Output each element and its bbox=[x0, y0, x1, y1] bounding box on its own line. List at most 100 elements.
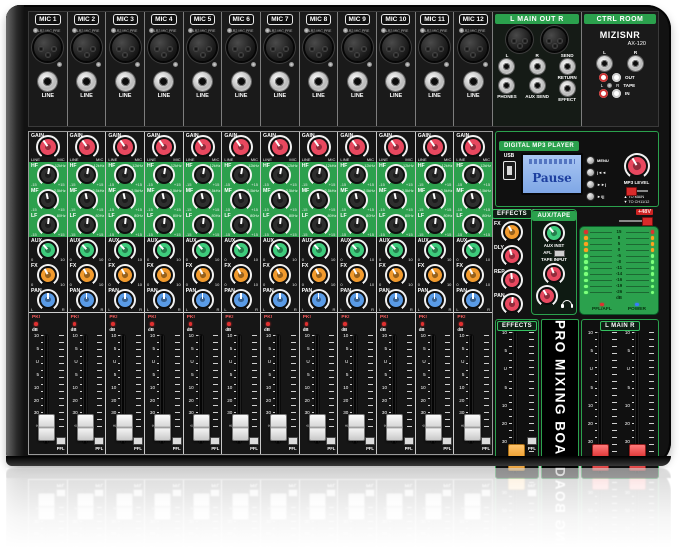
mp3-route-switch[interactable] bbox=[626, 187, 648, 194]
fx-knob[interactable] bbox=[269, 264, 291, 286]
mp3-button[interactable] bbox=[586, 180, 595, 189]
fx-effects-knob[interactable] bbox=[501, 221, 523, 243]
fx-knob[interactable] bbox=[192, 264, 214, 286]
fx-label: FX bbox=[340, 263, 347, 269]
channel-fader[interactable] bbox=[425, 414, 442, 441]
fx-knob[interactable] bbox=[346, 264, 368, 286]
pfl-button[interactable] bbox=[172, 437, 182, 445]
aux-inst-label: AUX INST bbox=[544, 244, 565, 249]
fx-knob[interactable] bbox=[153, 264, 175, 286]
peak-label: PK! bbox=[419, 315, 427, 320]
pfl-button[interactable] bbox=[326, 437, 336, 445]
pfl-button[interactable] bbox=[527, 437, 537, 445]
fader-slot bbox=[276, 491, 280, 548]
channel-fader[interactable] bbox=[77, 414, 94, 441]
mp3-button[interactable] bbox=[586, 168, 595, 177]
effects-knob-label: DLY bbox=[494, 245, 504, 251]
aux-inst-knob[interactable] bbox=[543, 222, 565, 244]
lf-knob[interactable] bbox=[308, 214, 330, 236]
fx-knob[interactable] bbox=[114, 264, 136, 286]
mp3-level-knob[interactable] bbox=[624, 153, 650, 179]
hf-freq-label: 12kHz bbox=[171, 164, 182, 168]
mp3-button[interactable] bbox=[586, 192, 595, 201]
channel-fader[interactable] bbox=[270, 414, 287, 441]
usb-port-icon bbox=[503, 161, 516, 180]
channel-strip: GAIN LINE MIC HF 12kHz -15 +15 MF 2.5kHz… bbox=[145, 480, 184, 548]
tape-input-knob[interactable] bbox=[543, 263, 565, 285]
fader-section: PK! dB 105U5102030∞ PFL bbox=[222, 480, 260, 548]
channel-fader[interactable] bbox=[193, 414, 210, 441]
dly-effects-knob[interactable] bbox=[501, 245, 523, 267]
mp3-button[interactable] bbox=[586, 156, 595, 165]
channel-fader[interactable] bbox=[154, 414, 171, 441]
lf-knob[interactable] bbox=[114, 214, 136, 236]
lf-knob[interactable] bbox=[462, 214, 484, 236]
channel-fader[interactable] bbox=[348, 414, 365, 441]
channel-fader[interactable] bbox=[309, 414, 326, 441]
master-fader[interactable] bbox=[592, 444, 609, 471]
master-fader[interactable] bbox=[508, 444, 525, 471]
lf-freq-label: 80Hz bbox=[289, 214, 298, 218]
fx-knob[interactable] bbox=[230, 264, 252, 286]
channel-fader[interactable] bbox=[232, 414, 249, 441]
fx-knob[interactable] bbox=[462, 264, 484, 286]
channel-fader[interactable] bbox=[116, 414, 133, 441]
afl-switch[interactable] bbox=[554, 250, 565, 257]
lf-knob[interactable] bbox=[37, 214, 59, 236]
pfl-button[interactable] bbox=[249, 437, 259, 445]
fader-slot bbox=[598, 468, 602, 548]
pfl-button[interactable] bbox=[365, 437, 375, 445]
pfl-button[interactable] bbox=[404, 437, 414, 445]
pfl-button[interactable] bbox=[481, 437, 491, 445]
pfl-button bbox=[442, 489, 452, 497]
channel-strip: GAIN LINE MIC HF 12kHz -15 +15 MF 2.5kHz… bbox=[377, 132, 416, 454]
lf-knob[interactable] bbox=[269, 214, 291, 236]
aux-label: AUX bbox=[340, 238, 351, 244]
fader-section: PK! dB 105U5102030∞ PFL bbox=[261, 312, 299, 454]
fx-knob[interactable] bbox=[308, 264, 330, 286]
xlr-connector-icon bbox=[112, 34, 139, 61]
pfl-button[interactable] bbox=[56, 437, 66, 445]
aux-label: AUX bbox=[108, 238, 119, 244]
meter-led-icon bbox=[584, 254, 588, 258]
fader-scale: 105U5102030∞ bbox=[224, 505, 232, 548]
fader-slot bbox=[160, 491, 164, 548]
pfl-button[interactable] bbox=[210, 437, 220, 445]
fx-knob[interactable] bbox=[385, 264, 407, 286]
fx-knob[interactable] bbox=[424, 264, 446, 286]
power-led-icon bbox=[635, 303, 639, 307]
channel-fader[interactable] bbox=[386, 414, 403, 441]
fx-knob[interactable] bbox=[76, 264, 98, 286]
fx-knob[interactable] bbox=[37, 264, 59, 286]
meter-led-icon bbox=[584, 260, 588, 264]
lf-knob[interactable] bbox=[385, 214, 407, 236]
lf-knob[interactable] bbox=[192, 214, 214, 236]
mp3-button-label: |◄◄ bbox=[597, 170, 606, 175]
brand-model: AX-120 bbox=[582, 42, 658, 48]
gain-min-label: LINE bbox=[224, 157, 233, 162]
lf-knob[interactable] bbox=[424, 214, 446, 236]
line-jack-label: LINE bbox=[312, 93, 325, 99]
phantom-power-switch[interactable] bbox=[619, 217, 653, 224]
pfl-button[interactable] bbox=[288, 437, 298, 445]
master-fader[interactable] bbox=[629, 444, 646, 471]
fader-section: PK! dB 105U5102030∞ PFL bbox=[184, 312, 222, 454]
pfl-button[interactable] bbox=[442, 437, 452, 445]
fader-scale: 105U5102030∞ bbox=[108, 505, 116, 548]
meter-led-icon bbox=[584, 236, 588, 240]
hf-label: HF bbox=[340, 163, 347, 169]
hf-freq-label: 12kHz bbox=[480, 164, 491, 168]
lf-knob[interactable] bbox=[76, 214, 98, 236]
phones-knob[interactable] bbox=[536, 285, 558, 307]
mf-label: MF bbox=[186, 188, 194, 194]
pfl-button[interactable] bbox=[133, 437, 143, 445]
channel-fader[interactable] bbox=[464, 414, 481, 441]
xlr-connector-icon bbox=[305, 34, 332, 61]
channel-fader[interactable] bbox=[38, 414, 55, 441]
lf-knob[interactable] bbox=[153, 214, 175, 236]
lf-knob[interactable] bbox=[230, 214, 252, 236]
reflection: MIC 1 XLR2 MIC PRE LINE MIC 2 XLR2 MIC P… bbox=[6, 468, 671, 548]
pfl-button[interactable] bbox=[94, 437, 104, 445]
peak-led-icon bbox=[150, 322, 154, 326]
lf-knob[interactable] bbox=[346, 214, 368, 236]
